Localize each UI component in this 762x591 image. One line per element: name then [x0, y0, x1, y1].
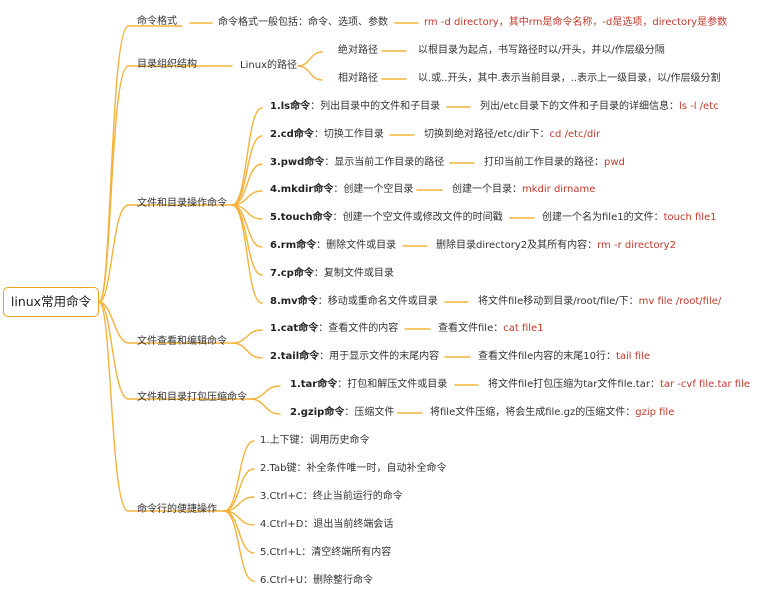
shortcut-item[interactable]: 1.上下键：调用历史命令 — [260, 435, 370, 447]
shortcut-item[interactable]: 2.Tab键：补全条件唯一时，自动补全命令 — [260, 463, 446, 475]
cd-example: 切换到绝对路径/etc/dir下：cd /etc/dir — [424, 129, 601, 140]
relative-path-node[interactable]: 相对路径 — [338, 73, 378, 85]
category-shortcuts[interactable]: 命令行的便捷操作 — [137, 504, 217, 516]
category-command-format[interactable]: 命令格式 — [137, 16, 177, 28]
linux-path-node[interactable]: Linux的路径 — [240, 60, 297, 72]
pwd-command-node[interactable]: 3.pwd命令：显示当前工作目录的路径 — [270, 157, 444, 169]
ls-example: 列出/etc目录下的文件和子目录的详细信息：ls -l /etc — [480, 101, 719, 112]
shortcut-item[interactable]: 6.Ctrl+U：删除整行命令 — [260, 575, 373, 587]
absolute-path-desc: 以根目录为起点，书写路径时以/开头，并以/作层级分隔 — [418, 45, 665, 56]
rm-command-node[interactable]: 6.rm命令：删除文件或目录 — [270, 240, 396, 252]
shortcut-item[interactable]: 3.Ctrl+C：终止当前运行的命令 — [260, 491, 403, 503]
tar-command-node[interactable]: 1.tar命令：打包和解压文件或目录 — [290, 379, 447, 391]
cat-example: 查看文件file：cat file1 — [438, 323, 544, 334]
format-desc: 命令格式一般包括：命令、选项、参数 — [218, 17, 388, 28]
mkdir-command-node[interactable]: 4.mkdir命令：创建一个空目录 — [270, 184, 413, 196]
touch-command-node[interactable]: 5.touch命令：创建一个空文件或修改文件的时间戳 — [270, 212, 503, 224]
shortcut-item[interactable]: 4.Ctrl+D：退出当前终端会话 — [260, 519, 393, 531]
tail-command-node[interactable]: 2.tail命令：用于显示文件的末尾内容 — [270, 351, 439, 363]
gzip-command-node[interactable]: 2.gzip命令：压缩文件 — [290, 407, 394, 419]
category-archive-compress[interactable]: 文件和目录打包压缩命令 — [137, 392, 247, 404]
shortcut-item[interactable]: 5.Ctrl+L：清空终端所有内容 — [260, 547, 391, 559]
pwd-example: 打印当前工作目录的路径：pwd — [484, 157, 625, 168]
ls-command-node[interactable]: 1.ls命令：列出目录中的文件和子目录 — [270, 101, 440, 113]
category-file-view-edit[interactable]: 文件查看和编辑命令 — [137, 336, 227, 348]
mv-example: 将文件file移动到目录/root/file/下：mv file /root/f… — [478, 296, 722, 307]
cp-command-node[interactable]: 7.cp命令：复制文件或目录 — [270, 268, 394, 280]
mv-command-node[interactable]: 8.mv命令：移动或重命名文件或目录 — [270, 296, 438, 308]
tail-example: 查看文件file内容的末尾10行：tail file — [478, 351, 650, 362]
category-file-dir-ops[interactable]: 文件和目录操作命令 — [137, 198, 227, 210]
category-directory-structure[interactable]: 目录组织结构 — [137, 59, 197, 71]
touch-example: 创建一个名为file1的文件：touch file1 — [542, 212, 717, 223]
mkdir-example: 创建一个目录：mkdir dirname — [452, 184, 596, 195]
root-node[interactable]: linux常用命令 — [3, 287, 99, 317]
gzip-example: 将file文件压缩，将会生成file.gz的压缩文件：gzip file — [430, 407, 675, 418]
absolute-path-node[interactable]: 绝对路径 — [338, 45, 378, 57]
format-example: rm -d directory，其中rm是命令名称，-d是选项，director… — [424, 17, 728, 28]
cd-command-node[interactable]: 2.cd命令：切换工作目录 — [270, 129, 384, 141]
rm-example: 删除目录directory2及其所有内容：rm -r directory2 — [436, 240, 676, 251]
tar-example: 将文件file打包压缩为tar文件file.tar：tar -cvf file.… — [488, 379, 751, 390]
relative-path-desc: 以.或..开头，其中.表示当前目录，..表示上一级目录，以/作层级分割 — [418, 73, 721, 84]
cat-command-node[interactable]: 1.cat命令：查看文件的内容 — [270, 323, 398, 335]
